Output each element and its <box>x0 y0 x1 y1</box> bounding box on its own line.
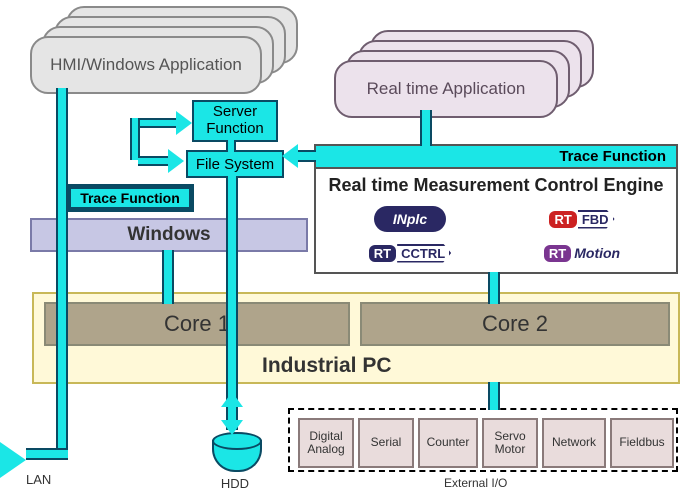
connector <box>56 88 68 456</box>
hdd-label: HDD <box>212 476 258 491</box>
io-digital-analog: Digital Analog <box>298 418 354 468</box>
lan-label: LAN <box>26 472 51 487</box>
trace-function-left-label: Trace Function <box>80 190 180 206</box>
arrow-icon <box>168 149 184 173</box>
connector <box>488 382 500 410</box>
io-serial: Serial <box>358 418 414 468</box>
arrow-icon <box>282 144 298 168</box>
file-system-label: File System <box>196 156 274 173</box>
trace-function-right: Trace Function <box>316 146 676 169</box>
realtime-app-stack: Real time Application <box>334 30 594 116</box>
arrow-icon <box>176 111 192 135</box>
hmi-app-label: HMI/Windows Application <box>50 55 242 75</box>
windows-label: Windows <box>127 224 210 246</box>
core1-box: Core 1 <box>44 302 350 346</box>
badge-rtfbd: RTFBD <box>510 206 654 232</box>
measurement-engine-title: Real time Measurement Control Engine <box>316 169 676 196</box>
io-fieldbus: Fieldbus <box>610 418 674 468</box>
connector <box>296 150 316 162</box>
io-servo-motor: Servo Motor <box>482 418 538 468</box>
external-io-box: Digital Analog Serial Counter Servo Moto… <box>288 408 678 472</box>
arrow-icon <box>221 420 243 435</box>
connector <box>26 448 68 460</box>
measurement-engine-panel: Trace Function Real time Measurement Con… <box>314 144 678 274</box>
server-function-line1: Server <box>213 103 257 120</box>
badge-rtcctrl: RTCCTRL <box>338 240 482 266</box>
connector <box>138 156 170 166</box>
trace-function-left: Trace Function <box>66 184 194 212</box>
connector <box>488 272 500 304</box>
windows-layer: Windows <box>30 218 308 252</box>
arrow-icon <box>221 392 243 407</box>
io-counter: Counter <box>418 418 478 468</box>
arrow-lan-icon <box>0 442 26 478</box>
core2-box: Core 2 <box>360 302 670 346</box>
file-system-box: File System <box>186 150 284 178</box>
realtime-app-label: Real time Application <box>367 79 526 99</box>
badge-rtmotion: RTMotion <box>510 240 654 266</box>
industrial-pc-label: Industrial PC <box>262 354 392 378</box>
server-function-box: Server Function <box>192 100 278 142</box>
connector <box>130 118 140 160</box>
connector <box>138 118 178 128</box>
io-network: Network <box>542 418 606 468</box>
connector <box>226 140 236 152</box>
badge-inplc: INplc <box>338 206 482 232</box>
server-function-line2: Function <box>206 120 264 137</box>
connector <box>162 250 174 304</box>
connector <box>420 110 432 146</box>
external-io-caption: External I/O <box>444 476 507 490</box>
hmi-app-stack: HMI/Windows Application <box>30 6 294 92</box>
